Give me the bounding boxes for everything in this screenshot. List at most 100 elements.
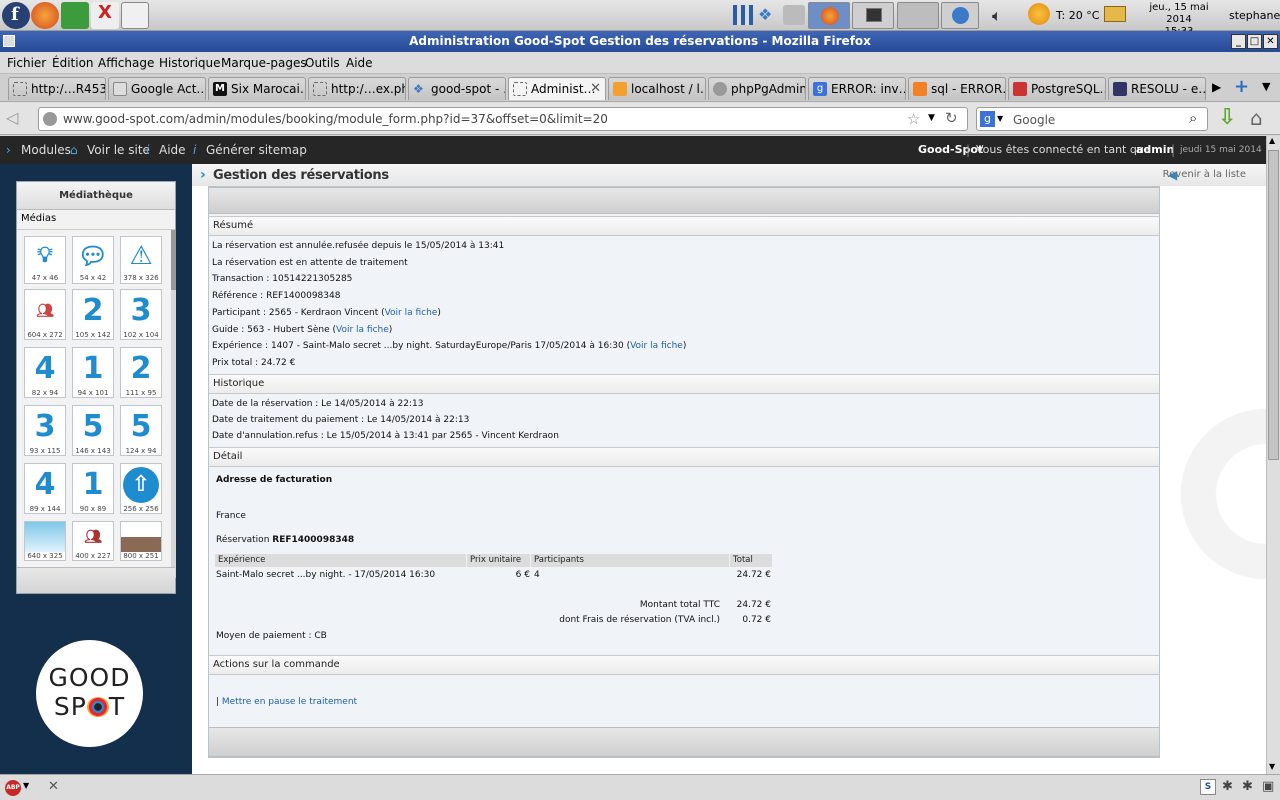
media-thumb[interactable]: 4 89 x 144 (24, 463, 66, 514)
menu-fichier[interactable]: Fichier (7, 56, 46, 70)
tab-postgresql[interactable]: PostgreSQL… (1008, 77, 1106, 100)
scroll-tabs-right-icon[interactable]: ▶ (1212, 80, 1221, 94)
media-thumb[interactable]: ⚠ 378 x 326 (120, 236, 162, 284)
tab-phppgadmin[interactable]: phpPgAdmin (708, 77, 806, 100)
media-thumb[interactable]: 5 124 x 94 (120, 405, 162, 456)
tab-error-inv[interactable]: g ERROR: inv… (808, 77, 906, 100)
scroll-down-icon[interactable]: ▼ (1269, 762, 1275, 771)
pause-processing-link[interactable]: Mettre en pause le traitement (222, 697, 357, 707)
search-icon[interactable]: ⌕ (1189, 109, 1197, 127)
back-arrow-icon[interactable]: ◁ (6, 108, 18, 127)
media-thumb[interactable]: ⇧ 256 x 256 (120, 463, 162, 514)
media-thumb[interactable]: 5 146 x 143 (72, 405, 114, 456)
session-user[interactable]: stephane (1229, 9, 1280, 22)
good-spot-logo[interactable]: GOOD SP T (36, 640, 143, 747)
media-thumb[interactable]: 1 90 x 89 (72, 463, 114, 514)
volume-icon[interactable]: 🔈︎ (992, 6, 1002, 26)
close-tab-icon[interactable]: ✕ (590, 78, 601, 100)
guide-link[interactable]: Voir la fiche (336, 325, 389, 335)
menu-historique[interactable]: Historique (159, 56, 221, 70)
media-thumb[interactable]: 800 x 251 (120, 521, 162, 561)
nav-generer-sitemap[interactable]: Générer sitemap (206, 143, 307, 157)
spreadsheet-launcher-icon[interactable] (61, 2, 89, 29)
xchat-launcher-icon[interactable]: X (91, 2, 119, 29)
history-dropdown-icon[interactable]: ▼ (928, 113, 935, 123)
scroll-up-icon[interactable]: ▲ (1269, 136, 1275, 145)
mail-icon[interactable] (1104, 6, 1126, 22)
tab-good-spot-dropbox[interactable]: ❖ good-spot - … (408, 77, 506, 100)
media-thumb[interactable]: 2 105 x 142 (72, 289, 114, 340)
bug-icon[interactable]: ✱ (1222, 779, 1233, 794)
task-terminal-button[interactable] (852, 2, 894, 29)
tab-phpmyadmin[interactable]: localhost / l… (608, 77, 706, 100)
menu-outils[interactable]: Outils (305, 56, 340, 70)
task-skype-button[interactable] (941, 2, 979, 29)
adblock-dropdown-icon[interactable]: ▼ (23, 781, 29, 790)
search-input[interactable]: Google (1013, 113, 1055, 127)
new-tab-icon[interactable]: + (1234, 76, 1249, 97)
menu-aide[interactable]: Aide (346, 56, 373, 70)
media-thumb[interactable]: 1 94 x 101 (72, 347, 114, 398)
media-thumb[interactable]: 4 82 x 94 (24, 347, 66, 398)
close-window-button[interactable]: ✕ (1263, 34, 1278, 49)
home-icon[interactable]: ⌂ (1250, 106, 1263, 130)
tab-index-php[interactable]: http:/…ex.php (308, 77, 406, 100)
tab-resolu[interactable]: RESOLU - e… (1108, 77, 1206, 100)
media-thumb[interactable]: 2 111 x 95 (120, 347, 162, 398)
menu-edition[interactable]: Édition (52, 56, 94, 70)
window-menu-icon[interactable] (3, 35, 15, 47)
window-titlebar[interactable]: Administration Good-Spot Gestion des rés… (0, 31, 1280, 52)
extension-icon[interactable]: ▣ (1262, 779, 1274, 794)
media-thumb[interactable]: 3 102 x 104 (120, 289, 162, 340)
bug-icon-2[interactable]: ✱ (1242, 779, 1253, 794)
close-addon-bar-icon[interactable]: ✕ (48, 779, 59, 794)
adblock-icon[interactable]: ABP (5, 780, 21, 796)
system-monitor-icon[interactable] (733, 5, 753, 25)
tab-sql-error[interactable]: sql - ERROR… (908, 77, 1006, 100)
search-engine-icon[interactable]: g (980, 111, 995, 127)
engine-dropdown-icon[interactable]: ▼ (997, 114, 1003, 123)
reload-icon[interactable]: ↻ (945, 109, 958, 127)
scroll-thumb[interactable] (1268, 150, 1279, 460)
experience-link[interactable]: Voir la fiche (630, 341, 683, 351)
printer-icon[interactable] (783, 5, 805, 25)
page-scrollbar[interactable]: ▲ ▼ (1266, 136, 1280, 774)
tab-administration[interactable]: Administ… ✕ (508, 77, 606, 100)
media-thumb[interactable]: 👥︎ 400 x 227 (72, 521, 114, 561)
tab-six-marocains[interactable]: M Six Marocai… (208, 77, 306, 100)
media-thumb[interactable]: 💡︎ 47 x 46 (24, 236, 66, 284)
site-identity-icon[interactable] (43, 112, 57, 126)
participant-link[interactable]: Voir la fiche (385, 308, 438, 318)
menu-marque-pages[interactable]: Marque-pages (221, 56, 307, 70)
nav-aide[interactable]: Aide (159, 143, 186, 157)
media-thumb[interactable]: 3 93 x 115 (24, 405, 66, 456)
search-bar[interactable]: g ▼ Google ⌕ (976, 107, 1208, 131)
window-launcher-icon[interactable] (121, 2, 149, 29)
tab-google-activity[interactable]: Google Act… (108, 77, 206, 100)
download-icon[interactable]: ⇩ (1218, 105, 1236, 130)
fedora-icon[interactable]: f (2, 2, 30, 29)
tab-list-icon[interactable]: ▼ (1262, 80, 1270, 93)
dropbox-icon[interactable]: ❖ (758, 5, 780, 25)
banner-photo-icon (121, 522, 161, 552)
elephant-icon (713, 82, 727, 96)
nav-modules[interactable]: Modules (21, 143, 71, 157)
media-thumb[interactable]: 👥︎ 604 x 272 (24, 289, 66, 340)
firefox-launcher-icon[interactable] (31, 2, 59, 29)
media-thumb[interactable]: 💬︎ 54 x 42 (72, 236, 114, 284)
bookmark-star-icon[interactable]: ☆ (907, 110, 920, 128)
back-to-list-link[interactable]: Revenir à la liste (1163, 169, 1246, 180)
menu-affichage[interactable]: Affichage (98, 56, 154, 70)
task-firefox-button[interactable] (808, 2, 850, 29)
media-scrollbar[interactable] (171, 230, 176, 578)
tab-r4535[interactable]: http:/…R4535 (8, 77, 106, 100)
maximize-button[interactable]: □ (1247, 34, 1262, 49)
addon-s-icon[interactable]: S (1200, 779, 1216, 795)
sidebar: Médiathèque Médias 💡︎ 47 x 46 💬︎ 54 x 42 ⚠… (0, 164, 192, 774)
media-scroll-thumb[interactable] (171, 230, 176, 290)
minimize-button[interactable]: _ (1231, 34, 1246, 49)
media-thumb[interactable]: 640 x 325 (24, 521, 66, 561)
url-bar[interactable]: www.good-spot.com/admin/modules/booking/… (38, 107, 968, 131)
task-empty-button[interactable] (897, 2, 939, 29)
nav-voir-le-site[interactable]: Voir le site (87, 143, 150, 157)
